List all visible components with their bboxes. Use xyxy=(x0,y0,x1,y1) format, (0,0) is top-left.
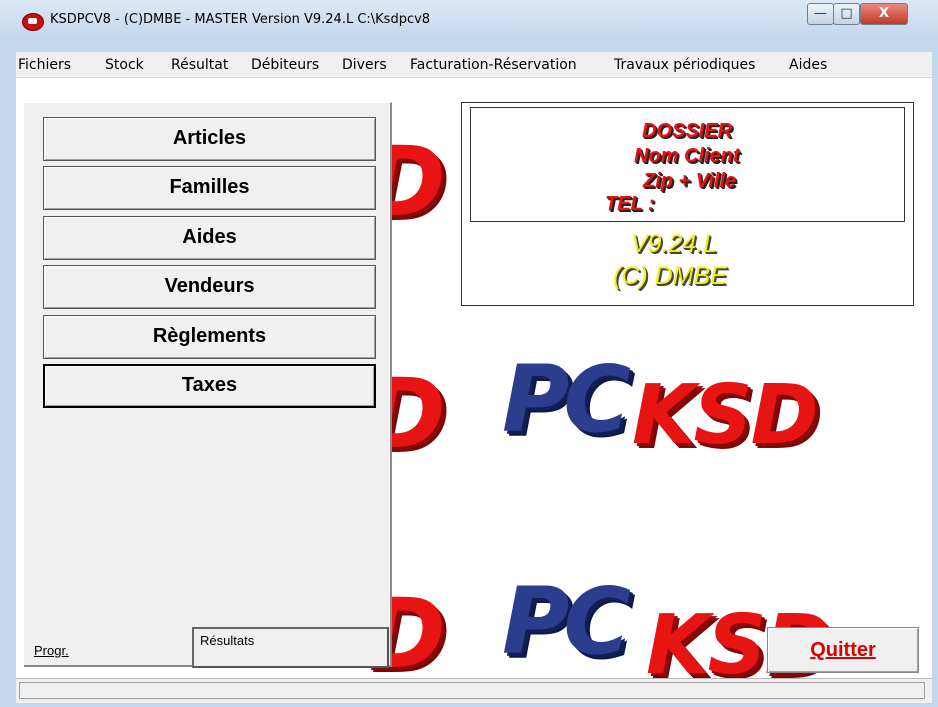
menu-facturation-reservation[interactable]: Facturation-Réservation xyxy=(410,57,577,73)
menu-stock[interactable]: Stock xyxy=(105,57,144,73)
maximize-button[interactable]: □ xyxy=(833,3,860,25)
app-logo-icon xyxy=(22,13,44,31)
reglements-button[interactable]: Règlements xyxy=(43,315,376,359)
articles-button[interactable]: Articles xyxy=(43,117,376,161)
status-bar xyxy=(16,678,932,703)
title-bar[interactable]: KSDPCV8 - (C)DMBE - MASTER Version V9.24… xyxy=(0,0,938,40)
quit-button[interactable]: Quitter xyxy=(767,627,919,673)
vendeurs-button[interactable]: Vendeurs xyxy=(43,265,376,309)
results-button[interactable]: Résultats xyxy=(192,627,389,668)
client-name: Nom Client xyxy=(634,145,740,167)
dossier-info-box: DOSSIER Nom Client Zip + Ville TEL : V9.… xyxy=(461,102,914,306)
minimize-button[interactable]: — xyxy=(807,3,834,25)
menu-travaux-periodiques[interactable]: Travaux périodiques xyxy=(614,57,755,73)
window-title: KSDPCV8 - (C)DMBE - MASTER Version V9.24… xyxy=(50,12,431,27)
aides-button[interactable]: Aides xyxy=(43,216,376,260)
client-tel: TEL : xyxy=(605,193,655,215)
menu-fichiers[interactable]: Fichiers xyxy=(18,57,71,73)
app-window: KSDPCV8 - (C)DMBE - MASTER Version V9.24… xyxy=(0,0,938,707)
copyright-text: (C) DMBE xyxy=(613,262,727,290)
dossier-label: DOSSIER xyxy=(642,120,733,142)
menu-debiteurs[interactable]: Débiteurs xyxy=(251,57,319,73)
taxes-button[interactable]: Taxes xyxy=(43,364,376,408)
menu-aides[interactable]: Aides xyxy=(789,57,827,73)
client-zip-city: Zip + Ville xyxy=(643,170,737,192)
logo-ksd-middle: KSD xyxy=(632,368,819,463)
version-text: V9.24.L xyxy=(631,230,718,258)
logo-pc-middle: PC xyxy=(502,346,631,453)
modules-panel: Articles Familles Aides Vendeurs Règleme… xyxy=(24,102,392,668)
familles-button[interactable]: Familles xyxy=(43,166,376,210)
status-panel xyxy=(19,682,925,699)
menu-divers[interactable]: Divers xyxy=(342,57,387,73)
menu-resultat[interactable]: Résultat xyxy=(171,57,228,73)
client-info-frame: DOSSIER Nom Client Zip + Ville TEL : xyxy=(470,107,905,222)
menu-bar: Fichiers Stock Résultat Débiteurs Divers… xyxy=(16,52,932,78)
logo-pc-bottom: PC xyxy=(502,568,631,675)
close-button[interactable]: X xyxy=(860,3,908,25)
progr-label[interactable]: Progr. xyxy=(34,643,69,658)
